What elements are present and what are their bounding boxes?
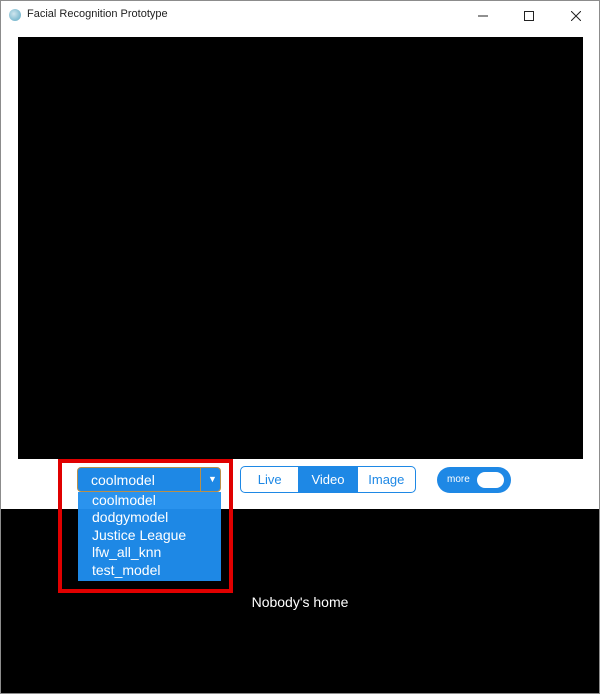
tab-video[interactable]: Video <box>299 467 357 492</box>
tab-image[interactable]: Image <box>356 467 415 492</box>
annotation-highlight-box <box>58 459 233 593</box>
window-title: Facial Recognition Prototype <box>27 8 168 20</box>
maximize-icon <box>524 10 534 21</box>
app-window: Facial Recognition Prototype Nobody's ho… <box>0 0 600 694</box>
more-toggle-label: more <box>447 474 470 485</box>
title-bar: Facial Recognition Prototype <box>1 1 599 30</box>
video-display <box>18 37 583 459</box>
source-tab-group: Live Video Image <box>240 466 416 493</box>
more-toggle[interactable]: more <box>437 467 511 493</box>
minimize-icon <box>478 15 488 16</box>
close-icon <box>571 10 581 21</box>
maximize-button[interactable] <box>506 1 552 30</box>
tab-live[interactable]: Live <box>241 467 300 492</box>
close-button[interactable] <box>553 1 599 30</box>
status-text: Nobody's home <box>251 594 349 610</box>
minimize-button[interactable] <box>460 1 506 30</box>
app-icon <box>9 9 21 21</box>
toggle-knob[interactable] <box>477 472 504 488</box>
